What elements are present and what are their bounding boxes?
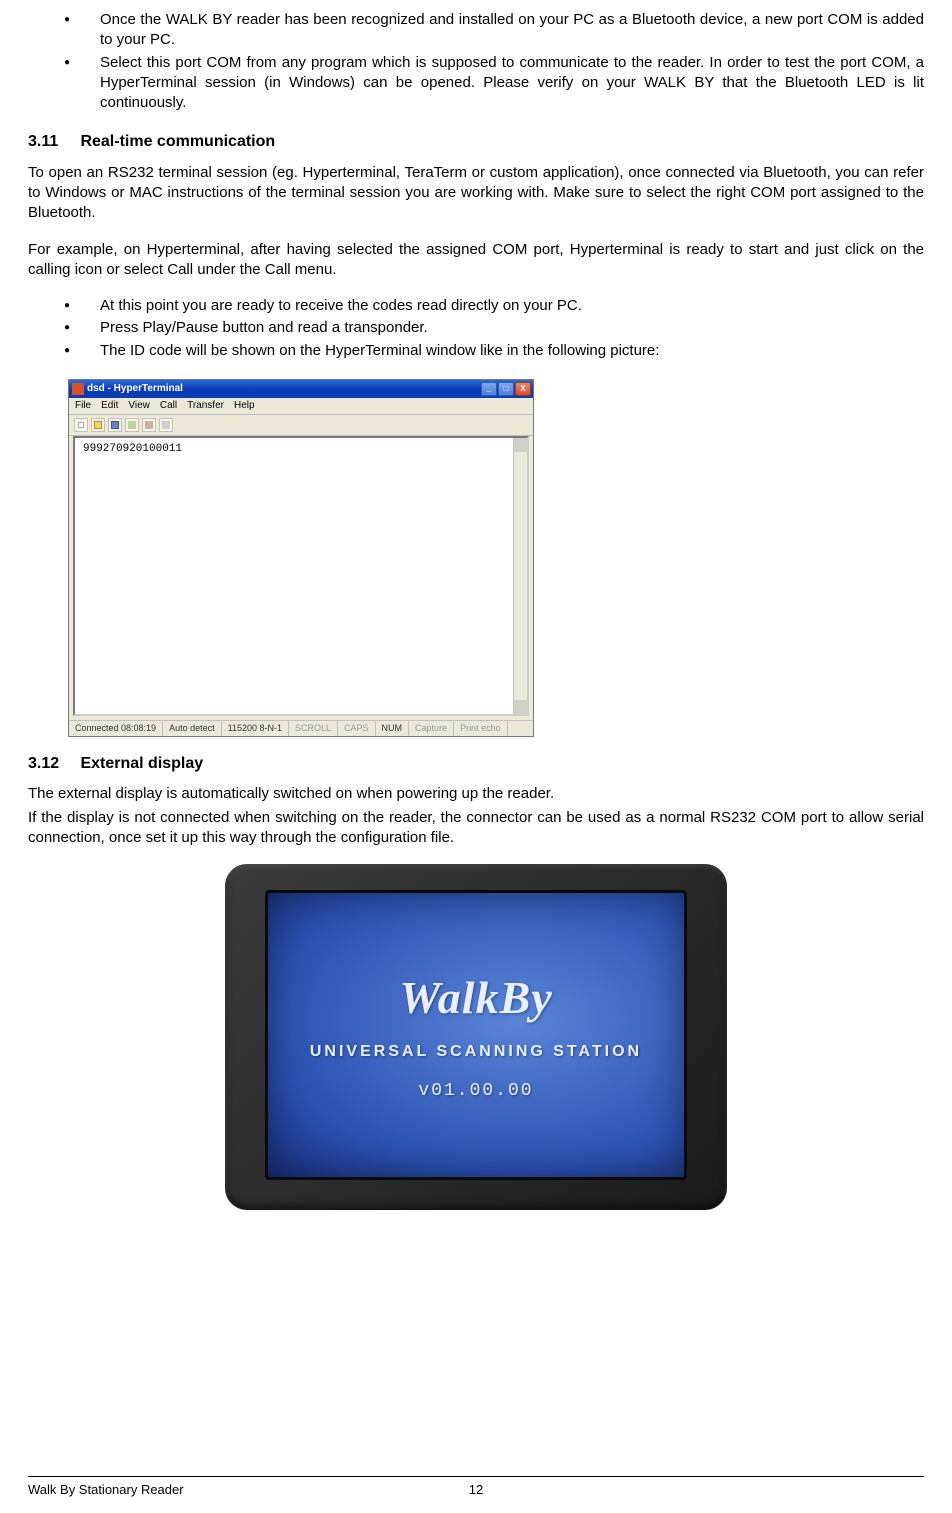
- status-num: NUM: [376, 721, 410, 736]
- bullet-item: Press Play/Pause button and read a trans…: [100, 318, 924, 338]
- paragraph: If the display is not connected when swi…: [28, 808, 924, 849]
- section-title: Real-time communication: [80, 133, 275, 150]
- status-connected: Connected 08:08:19: [69, 721, 163, 736]
- hyperterminal-screenshot: dsd - HyperTerminal _ □ X File Edit View…: [68, 379, 924, 737]
- hyperterminal-window: dsd - HyperTerminal _ □ X File Edit View…: [68, 379, 534, 737]
- status-caps: CAPS: [338, 721, 376, 736]
- minimize-button[interactable]: _: [481, 382, 497, 396]
- version-text: v01.00.00: [418, 1079, 533, 1103]
- display-screen: WalkBy UNIVERSAL SCANNING STATION v01.00…: [265, 890, 687, 1180]
- bullet-item: Select this port COM from any program wh…: [100, 53, 924, 114]
- menu-view[interactable]: View: [128, 401, 150, 411]
- section-title: External display: [80, 755, 203, 772]
- open-icon[interactable]: [91, 418, 105, 432]
- status-scroll: SCROLL: [289, 721, 338, 736]
- bullet-item: The ID code will be shown on the HyperTe…: [100, 341, 924, 361]
- paragraph: For example, on Hyperterminal, after hav…: [28, 240, 924, 281]
- steps-bullets: At this point you are ready to receive t…: [28, 296, 924, 361]
- close-button[interactable]: X: [515, 382, 531, 396]
- disconnect-icon[interactable]: [142, 418, 156, 432]
- window-titlebar: dsd - HyperTerminal _ □ X: [69, 380, 533, 398]
- menu-edit[interactable]: Edit: [101, 401, 118, 411]
- menu-call[interactable]: Call: [160, 401, 177, 411]
- paragraph: The external display is automatically sw…: [28, 784, 924, 804]
- status-bar: Connected 08:08:19 Auto detect 115200 8-…: [69, 720, 533, 736]
- maximize-button[interactable]: □: [498, 382, 514, 396]
- window-title: dsd - HyperTerminal: [87, 384, 481, 394]
- section-number: 3.11: [28, 131, 76, 153]
- brand-text: WalkBy: [399, 967, 552, 1029]
- bullet-item: Once the WALK BY reader has been recogni…: [100, 10, 924, 51]
- section-3-11-heading: 3.11 Real-time communication: [28, 131, 924, 153]
- menubar: File Edit View Call Transfer Help: [69, 398, 533, 415]
- display-device: WalkBy UNIVERSAL SCANNING STATION v01.00…: [225, 864, 727, 1210]
- menu-transfer[interactable]: Transfer: [187, 401, 224, 411]
- status-capture: Capture: [409, 721, 454, 736]
- status-params: 115200 8-N-1: [222, 721, 289, 736]
- section-number: 3.12: [28, 753, 76, 775]
- new-icon[interactable]: [74, 418, 88, 432]
- status-echo: Print echo: [454, 721, 508, 736]
- paragraph: To open an RS232 terminal session (eg. H…: [28, 163, 924, 224]
- footer-title: Walk By Stationary Reader: [28, 1481, 184, 1499]
- menu-help[interactable]: Help: [234, 401, 255, 411]
- properties-icon[interactable]: [159, 418, 173, 432]
- save-icon[interactable]: [108, 418, 122, 432]
- app-icon: [72, 383, 84, 395]
- toolbar: [69, 415, 533, 436]
- page-footer: Walk By Stationary Reader 12: [28, 1476, 924, 1499]
- window-controls: _ □ X: [481, 382, 531, 396]
- external-display-photo: WalkBy UNIVERSAL SCANNING STATION v01.00…: [225, 864, 727, 1210]
- menu-file[interactable]: File: [75, 401, 91, 411]
- bullet-item: At this point you are ready to receive t…: [100, 296, 924, 316]
- terminal-output: 999270920100011: [73, 436, 529, 716]
- vertical-scrollbar[interactable]: [513, 438, 527, 714]
- intro-bullets: Once the WALK BY reader has been recogni…: [28, 10, 924, 113]
- section-3-12-heading: 3.12 External display: [28, 753, 924, 775]
- subtitle-text: UNIVERSAL SCANNING STATION: [310, 1041, 642, 1063]
- terminal-line: 999270920100011: [83, 443, 182, 455]
- page-number: 12: [469, 1481, 483, 1499]
- status-detect: Auto detect: [163, 721, 222, 736]
- call-icon[interactable]: [125, 418, 139, 432]
